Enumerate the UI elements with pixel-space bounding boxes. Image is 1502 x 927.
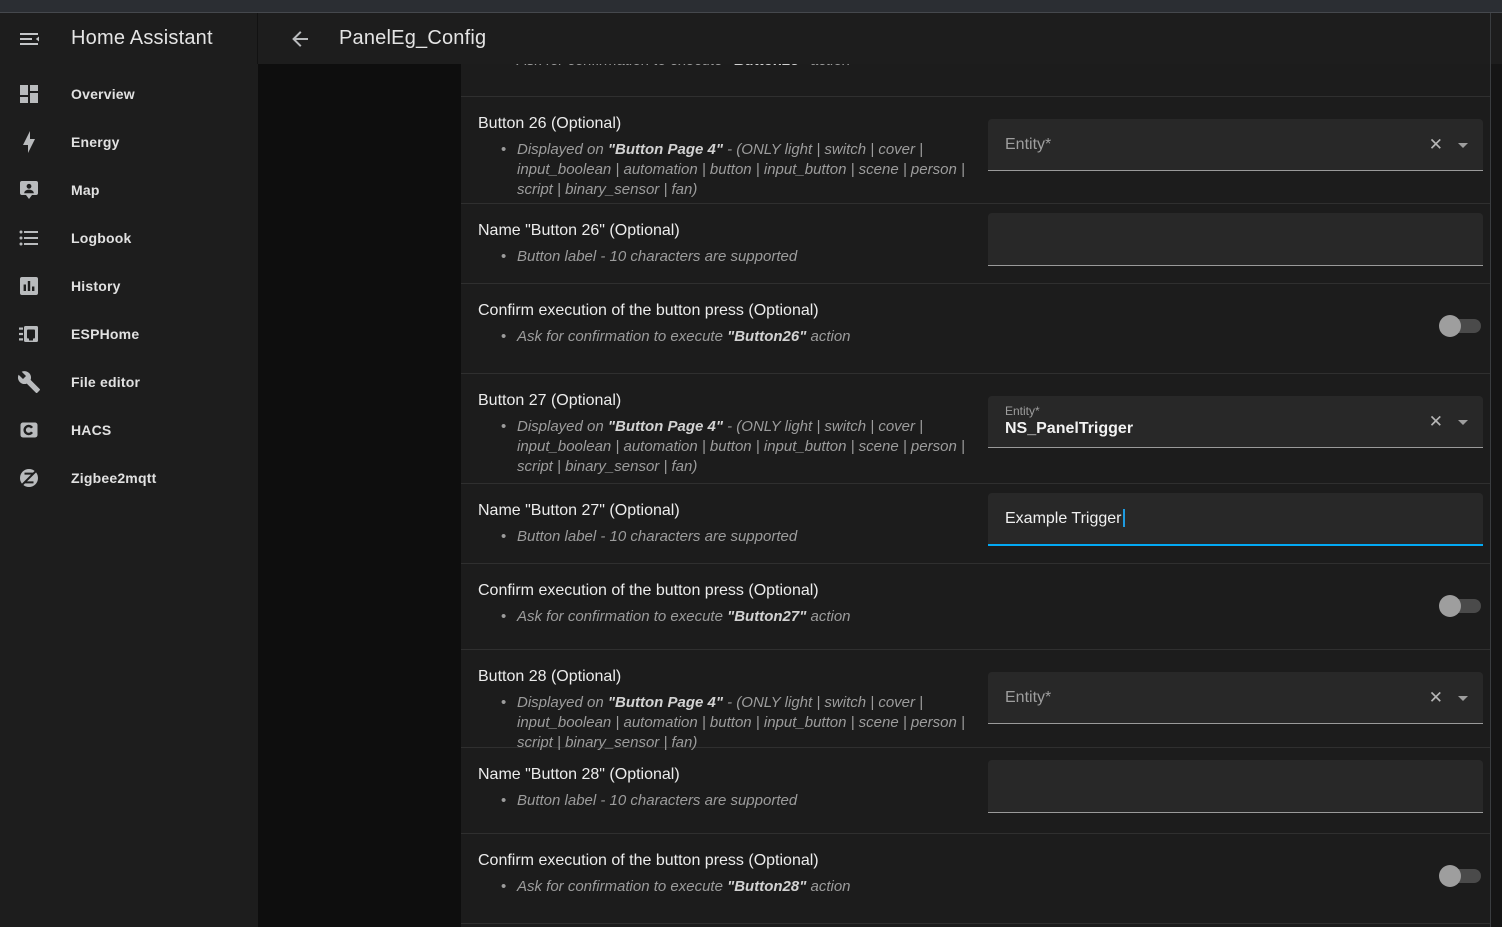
row-description: Ask for confirmation to execute "Button2… — [501, 607, 974, 627]
person-map-icon — [17, 178, 41, 202]
entity-placeholder: Entity* — [1005, 119, 1051, 170]
sidebar-item-overview[interactable]: Overview — [0, 70, 258, 118]
page-title: PanelEg_Config — [339, 27, 486, 50]
arrow-left-icon[interactable] — [288, 27, 312, 51]
row-description: Displayed on "Button Page 4" - (ONLY lig… — [501, 140, 974, 200]
form-row-button-26: Button 26 (Optional) Displayed on "Butto… — [461, 97, 1490, 204]
sidebar-item-hacs[interactable]: HACS — [0, 406, 258, 454]
lightning-bolt-icon — [17, 130, 41, 154]
dropdown-arrow-icon[interactable] — [1458, 696, 1468, 701]
row-heading: Button 27 (Optional) — [478, 391, 974, 410]
row-description: Ask for confirmation to execute "Button2… — [501, 877, 974, 897]
page-header: PanelEg_Config — [258, 13, 1502, 64]
sidebar-item-zigbee2mqtt[interactable]: Zigbee2mqtt — [0, 454, 258, 502]
form-row-name-27: Name "Button 27" (Optional) Button label… — [461, 484, 1490, 564]
scrollbar-gutter[interactable] — [1491, 64, 1502, 927]
row-heading: Button 26 (Optional) — [478, 114, 974, 133]
confirm-toggle-button-27[interactable] — [1439, 594, 1483, 618]
row-heading: Name "Button 27" (Optional) — [478, 501, 974, 520]
window-top-strip — [0, 0, 1502, 13]
dropdown-arrow-icon[interactable] — [1458, 420, 1468, 425]
clear-icon[interactable]: ✕ — [1429, 688, 1443, 708]
sidebar-item-file-editor[interactable]: File editor — [0, 358, 258, 406]
clear-icon[interactable]: ✕ — [1429, 135, 1443, 155]
row-heading: Confirm execution of the button press (O… — [478, 851, 974, 870]
form-row-confirm-28: Confirm execution of the button press (O… — [461, 834, 1490, 924]
form-row-button-27: Button 27 (Optional) Displayed on "Butto… — [461, 374, 1490, 484]
zigbee-icon — [17, 466, 41, 490]
form-row-name-28: Name "Button 28" (Optional) Button label… — [461, 748, 1490, 834]
row-heading: Confirm execution of the button press (O… — [478, 301, 974, 320]
toggle-knob — [1439, 865, 1461, 887]
confirm-toggle-button-28[interactable] — [1439, 864, 1483, 888]
form-row-name-26: Name "Button 26" (Optional) Button label… — [461, 204, 1490, 284]
hacs-icon — [17, 418, 41, 442]
entity-placeholder: Entity* — [1005, 672, 1051, 723]
dashboard-icon — [17, 82, 41, 106]
name-input-button-26[interactable] — [988, 213, 1483, 266]
row-heading: Name "Button 26" (Optional) — [478, 221, 974, 240]
name-input-button-27[interactable]: Example Trigger — [988, 493, 1483, 546]
entity-float-label: Entity* — [1005, 404, 1040, 418]
form-row-button-28: Button 28 (Optional) Displayed on "Butto… — [461, 650, 1490, 748]
app-title: Home Assistant — [71, 27, 213, 50]
app-header: Home Assistant PanelEg_Config — [0, 13, 1502, 64]
row-heading: Confirm execution of the button press (O… — [478, 581, 974, 600]
form-row-clipped: Ask for confirmation to execute "Button2… — [461, 64, 1490, 97]
row-description: Displayed on "Button Page 4" - (ONLY lig… — [501, 693, 974, 753]
row-description: Ask for confirmation to execute "Button2… — [501, 327, 974, 347]
entity-value: NS_PanelTrigger — [1005, 420, 1133, 438]
row-description: Button label - 10 characters are support… — [501, 791, 974, 811]
sidebar-item-logbook[interactable]: Logbook — [0, 214, 258, 262]
wrench-icon — [17, 370, 41, 394]
dropdown-arrow-icon[interactable] — [1458, 143, 1468, 148]
sidebar-item-energy[interactable]: Energy — [0, 118, 258, 166]
menu-open-icon[interactable] — [17, 27, 41, 51]
config-form: Ask for confirmation to execute "Button2… — [461, 64, 1490, 927]
sidebar-item-esphome[interactable]: ESPHome — [0, 310, 258, 358]
entity-select-button-28[interactable]: Entity* ✕ — [988, 672, 1483, 724]
confirm-toggle-button-26[interactable] — [1439, 314, 1483, 338]
row-heading: Button 28 (Optional) — [478, 667, 974, 686]
name-input-button-28[interactable] — [988, 760, 1483, 813]
row-description: Button label - 10 characters are support… — [501, 247, 974, 267]
form-row-confirm-27: Confirm execution of the button press (O… — [461, 564, 1490, 650]
text-cursor — [1123, 509, 1125, 527]
row-description: Button label - 10 characters are support… — [501, 527, 974, 547]
chip-icon — [17, 322, 41, 346]
clear-icon[interactable]: ✕ — [1429, 412, 1443, 432]
sidebar-item-history[interactable]: History — [0, 262, 258, 310]
row-description: Ask for confirmation to execute "Button2… — [501, 64, 1476, 71]
toggle-knob — [1439, 595, 1461, 617]
form-row-confirm-26: Confirm execution of the button press (O… — [461, 284, 1490, 374]
entity-select-button-26[interactable]: Entity* ✕ — [988, 119, 1483, 171]
row-description: Displayed on "Button Page 4" - (ONLY lig… — [501, 417, 974, 477]
sidebar-item-map[interactable]: Map — [0, 166, 258, 214]
bulleted-list-icon — [17, 226, 41, 250]
row-heading: Name "Button 28" (Optional) — [478, 765, 974, 784]
entity-select-button-27[interactable]: Entity* NS_PanelTrigger ✕ — [988, 396, 1483, 448]
bar-chart-icon — [17, 274, 41, 298]
sidebar: Overview Energy Map Logbook History — [0, 64, 258, 927]
toggle-knob — [1439, 315, 1461, 337]
sidebar-header: Home Assistant — [0, 13, 258, 64]
